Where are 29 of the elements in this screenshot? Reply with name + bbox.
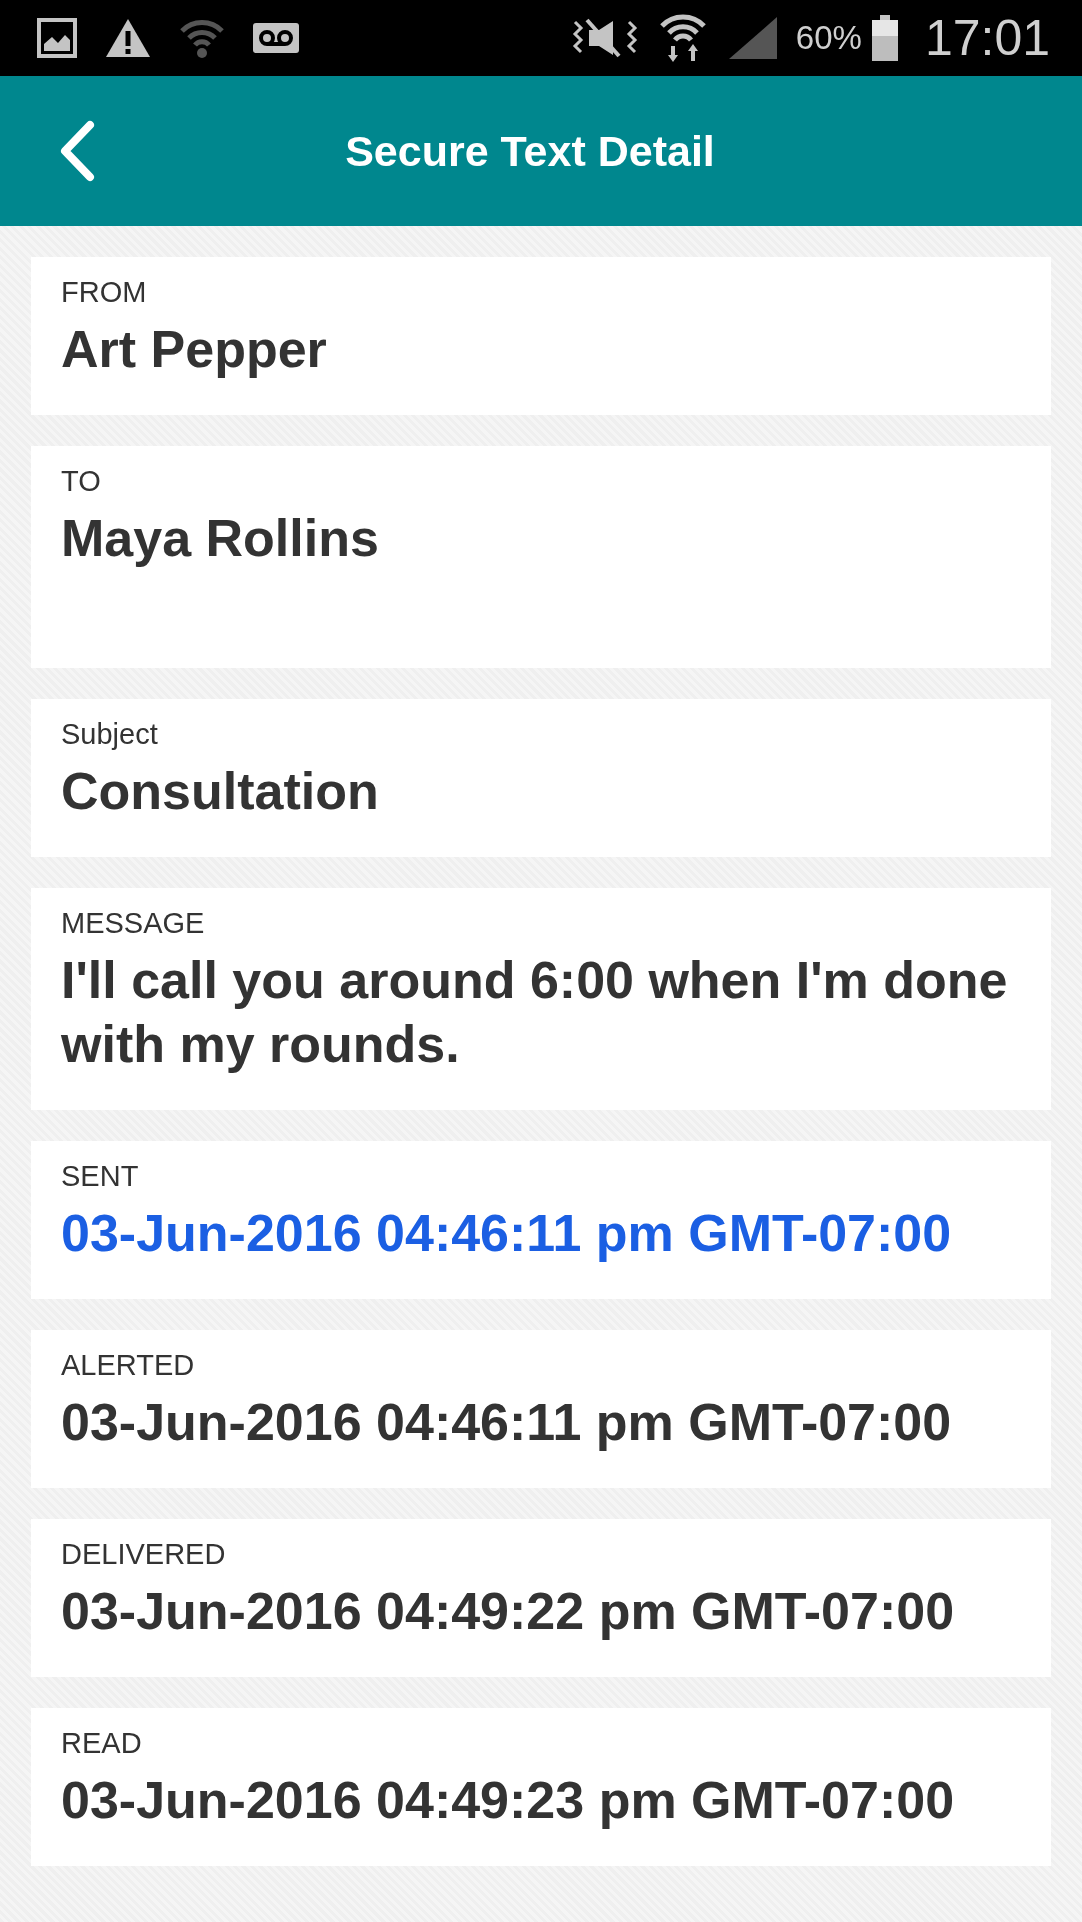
field-label: READ (61, 1726, 143, 1761)
field-label: MESSAGE (61, 906, 206, 941)
field-value: I'll call you around 6:00 when I'm done with my rounds. (61, 950, 1009, 1075)
field-label: TO (61, 464, 102, 499)
gallery-icon (37, 18, 77, 58)
screen-title: Secure Text Detail (345, 126, 715, 177)
field-value: 03-Jun-2016 04:46:11 pm GMT-07:00 (61, 1392, 953, 1453)
back-button[interactable] (59, 120, 95, 182)
field-label: ALERTED (61, 1348, 196, 1383)
clock-time: 17:01 (924, 9, 1050, 68)
battery-icon (871, 15, 898, 61)
battery-percent: 60% (795, 18, 862, 58)
field-value: Consultation (61, 761, 380, 822)
field-value: Maya Rollins (61, 508, 380, 569)
field-value: 03-Jun-2016 04:49:22 pm GMT-07:00 (61, 1581, 956, 1642)
field-label: FROM (61, 275, 148, 310)
field-value: 03-Jun-2016 04:46:11 pm GMT-07:00 (61, 1203, 953, 1264)
field-label: Subject (61, 717, 159, 752)
field-value: Art Pepper (61, 319, 328, 380)
wifi-icon (179, 18, 225, 58)
warning-icon (105, 18, 151, 58)
field-label: DELIVERED (61, 1537, 227, 1572)
wifi-data-icon (658, 14, 707, 62)
chevron-left-icon (59, 120, 95, 182)
signal-icon (728, 17, 777, 59)
vibrate-muted-icon (570, 18, 639, 58)
field-label: SENT (61, 1159, 140, 1194)
field-value: 03-Jun-2016 04:49:23 pm GMT-07:00 (61, 1770, 956, 1831)
voicemail-icon (253, 23, 299, 53)
